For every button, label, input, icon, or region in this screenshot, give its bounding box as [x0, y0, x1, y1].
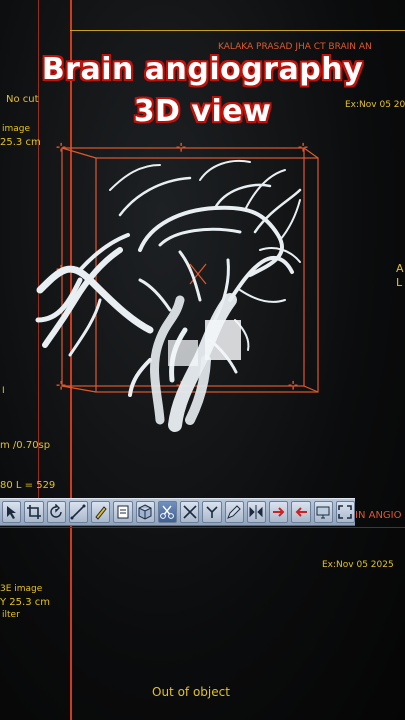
arrow-left-icon: [295, 507, 307, 517]
measure-button[interactable]: [68, 501, 88, 523]
screen-button[interactable]: [313, 501, 333, 523]
annotate-button[interactable]: [91, 501, 111, 523]
crop-icon: [26, 505, 41, 519]
out-of-object-status: Out of object: [152, 685, 230, 699]
page-icon: [117, 505, 129, 519]
caption-line-2: 3D view: [133, 94, 272, 129]
previous-button[interactable]: [291, 501, 311, 523]
scissors-icon: [160, 505, 175, 519]
pointer-icon: [6, 506, 16, 519]
flip-icon: [249, 505, 263, 519]
lower-exam-date: Ex:Nov 05 2025: [322, 560, 394, 570]
rotate-button[interactable]: [46, 501, 66, 523]
segment-button[interactable]: [202, 501, 222, 523]
fit-button[interactable]: [335, 501, 355, 523]
cube-icon: [138, 504, 152, 520]
arrow-right-icon: [272, 507, 285, 517]
trim-icon: [183, 505, 197, 519]
monitor-icon: [316, 506, 330, 519]
measure-icon: [70, 504, 86, 520]
lower-image-label: 3E image: [0, 584, 43, 594]
fit-icon: [338, 505, 353, 519]
pencil-icon: [227, 505, 241, 519]
volume-3d-button[interactable]: [135, 501, 155, 523]
viewer-screen: KALAKA PRASAD JHA CT BRAIN AN Ex:Nov 05 …: [0, 0, 405, 720]
lower-filter-label: ilter: [2, 610, 20, 620]
series-title: IN ANGIO: [355, 510, 402, 521]
flip-button[interactable]: [246, 501, 266, 523]
viewer-toolbar: [0, 498, 355, 526]
annotate-icon: [94, 506, 107, 520]
page-button[interactable]: [113, 501, 133, 523]
segment-icon: [206, 506, 218, 518]
next-button[interactable]: [269, 501, 289, 523]
caption-line-1: Brain angiography: [41, 52, 364, 87]
pointer-button[interactable]: [2, 501, 22, 523]
lower-fov-value: Y 25.3 cm: [0, 597, 50, 608]
rotate-icon: [50, 504, 62, 518]
edit-button[interactable]: [224, 501, 244, 523]
crop-button[interactable]: [24, 501, 44, 523]
trim-button[interactable]: [180, 501, 200, 523]
cut-button[interactable]: [157, 501, 177, 523]
lower-view-divider: [0, 527, 405, 528]
